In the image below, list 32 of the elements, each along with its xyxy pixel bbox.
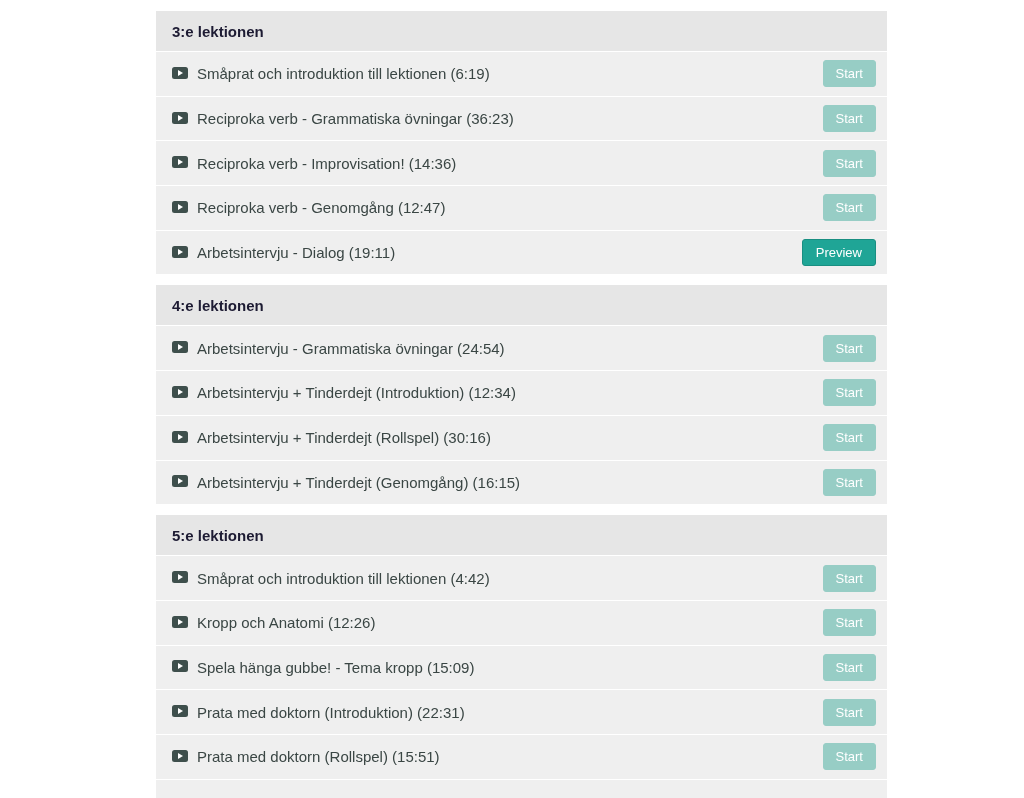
lesson-title: Prata med doktorn (Rollspel) (15:51) bbox=[197, 748, 441, 766]
lesson-title: Småprat och introduktion till lektionen (4:42) bbox=[197, 569, 491, 587]
section-heading: 5:e lektionen bbox=[156, 515, 887, 556]
lesson-title: Reciproka verb - Improvisation! (14:36) bbox=[197, 154, 458, 172]
section-heading: 3:e lektionen bbox=[156, 11, 887, 51]
play-icon bbox=[172, 705, 188, 718]
play-icon bbox=[172, 475, 188, 488]
play-icon bbox=[172, 66, 188, 79]
play-icon bbox=[172, 749, 188, 762]
lesson-title: Spela hänga gubbe! - Tema kropp (15:09) bbox=[197, 658, 476, 676]
play-icon bbox=[172, 571, 188, 584]
play-icon bbox=[172, 385, 188, 398]
play-icon bbox=[172, 660, 188, 673]
lesson-title: Småprat och introduktion till lektionen (6:19) bbox=[197, 65, 491, 83]
lesson-title: Arbetsintervju - Grammatiska övningar (24:54) bbox=[197, 339, 506, 357]
lesson-title: Arbetsintervju + Tinderdejt (Introduktion) (12:34) bbox=[197, 384, 517, 402]
play-icon bbox=[172, 200, 188, 213]
section-heading: 4:e lektionen bbox=[156, 285, 887, 326]
lesson-title: Arbetsintervju - Dialog (19:11) bbox=[197, 244, 397, 262]
lesson-title: Arbetsintervju + Tinderdejt (Genomgång) (16:15) bbox=[197, 473, 522, 491]
play-icon bbox=[172, 156, 188, 169]
lesson-title: Prata med doktorn (Introduktion) (22:31) bbox=[197, 703, 466, 721]
lesson-title: Reciproka verb - Genomgång (12:47) bbox=[197, 199, 447, 217]
play-icon bbox=[172, 341, 188, 354]
lesson-title: Kropp och Anatomi (12:26) bbox=[197, 614, 377, 632]
lesson-button[interactable]: Preview bbox=[801, 239, 876, 267]
lesson-title: Arbetsintervju + Tinderdejt (Rollspel) (30:16) bbox=[197, 429, 492, 447]
play-icon bbox=[172, 615, 188, 628]
play-icon bbox=[172, 430, 188, 443]
play-icon bbox=[172, 245, 188, 258]
play-icon bbox=[172, 111, 188, 124]
lesson-title: Reciproka verb - Grammatiska övningar (36:23) bbox=[197, 110, 515, 128]
